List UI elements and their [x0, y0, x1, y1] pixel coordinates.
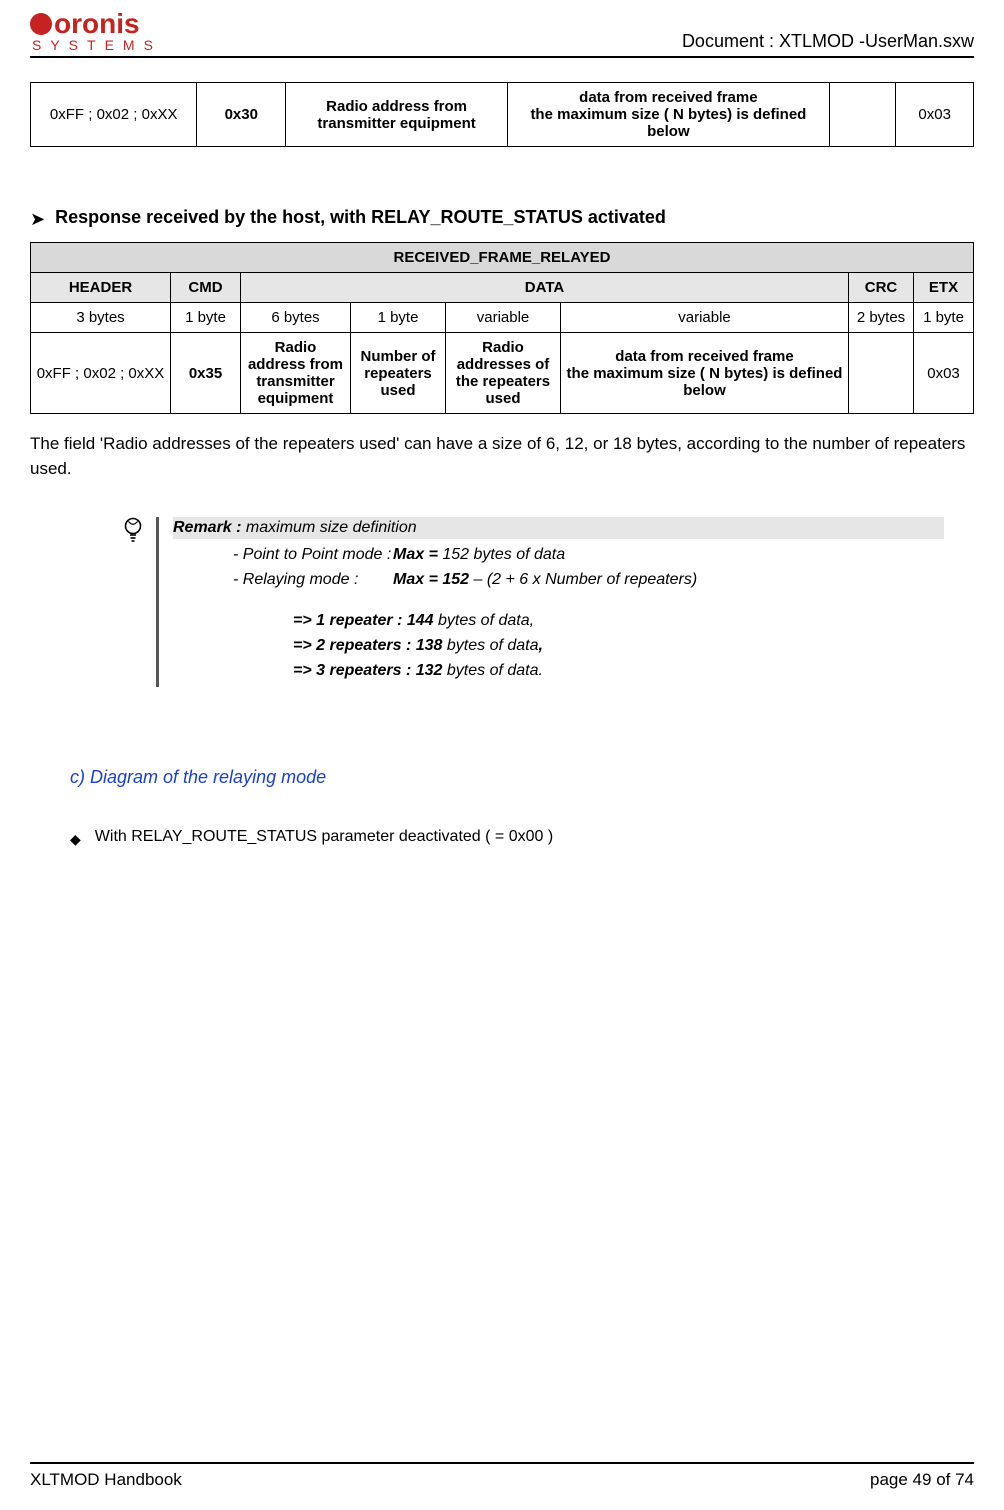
table-received-frame-continuation: 0xFF ; 0x02 ; 0xXX 0x30 Radio address fr…: [30, 82, 974, 147]
logo-subtext: SYSTEMS: [32, 38, 162, 52]
logo-text: oronis: [54, 10, 140, 38]
remark-title: Remark : maximum size definition: [173, 517, 944, 539]
cell-data-desc: data from received frame the maximum siz…: [508, 83, 830, 147]
logo-dot-icon: [30, 13, 52, 35]
table-received-frame-relayed: RECEIVED_FRAME_RELAYED HEADER CMD DATA C…: [30, 242, 974, 414]
remark-p2p-label: - Point to Point mode :: [173, 543, 393, 568]
remark-label: Remark :: [173, 519, 241, 536]
col-data: DATA: [241, 273, 849, 303]
size-d3: variable: [446, 303, 561, 333]
col-header: HEADER: [31, 273, 171, 303]
remark-block: Remark : maximum size definition - Point…: [110, 517, 944, 687]
arrow-icon: ➤: [30, 207, 45, 232]
remark-1rep-b: => 1 repeater : 144: [293, 612, 438, 629]
val-radio-addr: Radio address from transmitter equipment: [241, 333, 351, 414]
remark-title-rest: maximum size definition: [241, 519, 416, 536]
section-title: Response received by the host, with RELA…: [55, 207, 666, 228]
cell-crc-empty: [829, 83, 896, 147]
subsection-c-heading: c) Diagram of the relaying mode: [70, 767, 974, 788]
cell-radio-address: Radio address from transmitter equipment: [286, 83, 508, 147]
diamond-icon: ◆: [70, 831, 81, 848]
size-crc: 2 bytes: [849, 303, 914, 333]
val-num-repeaters: Number of repeaters used: [351, 333, 446, 414]
remark-relay-label: - Relaying mode :: [173, 568, 393, 593]
size-d4: variable: [561, 303, 849, 333]
col-etx: ETX: [914, 273, 974, 303]
remark-2rep-b: => 2 repeaters : 138: [293, 637, 447, 654]
val-header: 0xFF ; 0x02 ; 0xXX: [31, 333, 171, 414]
remark-1rep-r: bytes of data,: [438, 612, 534, 629]
remark-3rep-b: => 3 repeaters : 132: [293, 662, 447, 679]
footer-right: page 49 of 74: [870, 1470, 974, 1490]
footer-left: XLTMOD Handbook: [30, 1470, 182, 1490]
page-header: oronis SYSTEMS Document : XTLMOD -UserMa…: [30, 0, 974, 58]
remark-relay-max: Max = 152: [393, 571, 474, 588]
lightbulb-icon: [110, 517, 156, 549]
remark-2rep-r: bytes of data: [447, 637, 539, 654]
body-paragraph: The field 'Radio addresses of the repeat…: [30, 432, 974, 481]
val-repeater-addrs: Radio addresses of the repeaters used: [446, 333, 561, 414]
remark-2rep-c: ,: [539, 637, 543, 654]
logo: oronis SYSTEMS: [30, 10, 162, 52]
remark-3rep-r: bytes of data.: [447, 662, 543, 679]
cell-cmd-value: 0x30: [197, 83, 286, 147]
cell-etx-value: 0x03: [896, 83, 974, 147]
table-title: RECEIVED_FRAME_RELAYED: [31, 243, 974, 273]
remark-p2p-rest: 152 bytes of data: [442, 546, 565, 563]
cell-header-value: 0xFF ; 0x02 ; 0xXX: [31, 83, 197, 147]
size-header: 3 bytes: [31, 303, 171, 333]
document-title: Document : XTLMOD -UserMan.sxw: [682, 31, 974, 52]
val-cmd: 0x35: [171, 333, 241, 414]
col-cmd: CMD: [171, 273, 241, 303]
size-d1: 6 bytes: [241, 303, 351, 333]
page-footer: XLTMOD Handbook page 49 of 74: [30, 1462, 974, 1490]
remark-relay-rest: – (2 + 6 x Number of repeaters): [474, 571, 698, 588]
size-cmd: 1 byte: [171, 303, 241, 333]
col-crc: CRC: [849, 273, 914, 303]
val-crc: [849, 333, 914, 414]
with-relay-text: With RELAY_ROUTE_STATUS parameter deacti…: [95, 828, 553, 846]
val-etx: 0x03: [914, 333, 974, 414]
remark-p2p-max: Max =: [393, 546, 442, 563]
size-etx: 1 byte: [914, 303, 974, 333]
size-d2: 1 byte: [351, 303, 446, 333]
section-response-relayed: ➤ Response received by the host, with RE…: [30, 207, 974, 232]
val-data-desc: data from received frame the maximum siz…: [561, 333, 849, 414]
with-relay-deactivated: ◆ With RELAY_ROUTE_STATUS parameter deac…: [70, 828, 974, 848]
